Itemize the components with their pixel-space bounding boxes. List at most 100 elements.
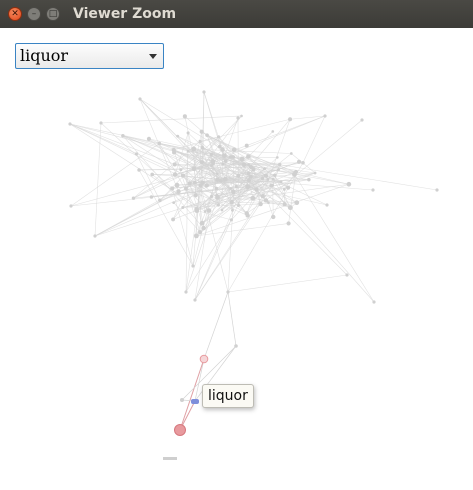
- graph-node[interactable]: [158, 198, 162, 203]
- graph-node[interactable]: [263, 167, 267, 171]
- graph-node[interactable]: [187, 181, 192, 186]
- graph-node[interactable]: [138, 97, 142, 101]
- graph-node[interactable]: [179, 168, 183, 172]
- graph-node[interactable]: [215, 172, 219, 176]
- graph-node[interactable]: [245, 213, 250, 218]
- graph-node[interactable]: [222, 176, 228, 182]
- graph-node[interactable]: [214, 186, 219, 191]
- graph-node[interactable]: [210, 159, 216, 164]
- graph-node[interactable]: [194, 206, 199, 212]
- graph-node[interactable]: [170, 186, 175, 191]
- graph-node[interactable]: [193, 233, 199, 239]
- graph-node[interactable]: [218, 179, 223, 183]
- graph-node[interactable]: [191, 264, 195, 268]
- graph-node[interactable]: [172, 201, 175, 204]
- graph-node[interactable]: [229, 187, 233, 190]
- close-button[interactable]: ✕: [8, 7, 22, 21]
- graph-node[interactable]: [246, 171, 251, 176]
- graph-node[interactable]: [241, 162, 247, 167]
- graph-node[interactable]: [184, 186, 188, 191]
- graph-node[interactable]: [172, 150, 177, 155]
- graph-node[interactable]: [267, 201, 270, 204]
- graph-node[interactable]: [271, 214, 276, 220]
- graph-node[interactable]: [346, 181, 352, 187]
- graph-node[interactable]: [202, 90, 206, 94]
- selected-node[interactable]: [191, 399, 199, 404]
- graph-node[interactable]: [134, 152, 139, 156]
- graph-node[interactable]: [250, 195, 256, 201]
- graph-node[interactable]: [193, 193, 198, 198]
- graph-node[interactable]: [203, 210, 207, 213]
- graph-node[interactable]: [292, 171, 297, 177]
- highlighted-neighbor-node[interactable]: [199, 354, 209, 364]
- graph-node[interactable]: [150, 172, 155, 177]
- graph-node[interactable]: [228, 155, 233, 159]
- graph-node[interactable]: [345, 273, 349, 277]
- graph-node[interactable]: [193, 298, 197, 302]
- graph-node[interactable]: [69, 204, 73, 208]
- graph-node[interactable]: [93, 234, 97, 238]
- graph-node[interactable]: [371, 188, 375, 192]
- graph-node[interactable]: [226, 290, 230, 294]
- graph-node[interactable]: [231, 147, 237, 153]
- graph-node[interactable]: [172, 162, 177, 167]
- graph-node[interactable]: [276, 156, 279, 159]
- graph-node[interactable]: [210, 164, 213, 167]
- graph-node[interactable]: [131, 196, 136, 200]
- graph-node[interactable]: [222, 153, 227, 159]
- graph-node[interactable]: [217, 135, 221, 139]
- graph-node[interactable]: [232, 189, 235, 192]
- graph-node[interactable]: [191, 166, 197, 172]
- graph-node[interactable]: [182, 114, 187, 119]
- graph-node[interactable]: [137, 168, 141, 172]
- graph-node[interactable]: [146, 136, 152, 141]
- graph-node[interactable]: [223, 159, 228, 163]
- graph-node[interactable]: [204, 183, 209, 188]
- graph-node[interactable]: [220, 208, 224, 212]
- graph-node[interactable]: [244, 143, 249, 148]
- graph-node[interactable]: [157, 141, 162, 146]
- graph-node[interactable]: [289, 152, 293, 155]
- graph-node[interactable]: [229, 199, 234, 205]
- graph-node[interactable]: [199, 220, 205, 226]
- graph-node[interactable]: [180, 173, 186, 178]
- graph-node[interactable]: [198, 139, 202, 144]
- graph-node[interactable]: [121, 133, 125, 138]
- graph-node[interactable]: [240, 114, 243, 118]
- graph-node[interactable]: [323, 114, 327, 118]
- graph-node[interactable]: [191, 146, 197, 152]
- graph-node[interactable]: [236, 173, 241, 178]
- graph-node[interactable]: [248, 174, 253, 179]
- graph-node[interactable]: [163, 457, 177, 460]
- graph-node[interactable]: [176, 134, 180, 138]
- graph-node[interactable]: [217, 144, 222, 149]
- graph-node[interactable]: [99, 121, 103, 125]
- graph-node[interactable]: [234, 344, 238, 348]
- graph-node[interactable]: [236, 116, 240, 120]
- graph-node[interactable]: [258, 201, 263, 207]
- window-titlebar[interactable]: ✕ – □ Viewer Zoom: [0, 0, 473, 28]
- graph-node[interactable]: [248, 164, 254, 170]
- graph-node[interactable]: [276, 168, 280, 172]
- graph-node[interactable]: [271, 130, 275, 133]
- minimize-button[interactable]: –: [27, 7, 41, 21]
- graph-node[interactable]: [301, 160, 305, 165]
- graph-node[interactable]: [294, 200, 300, 206]
- graph-node[interactable]: [287, 205, 293, 211]
- graph-node[interactable]: [282, 187, 286, 191]
- graph-node[interactable]: [68, 122, 72, 126]
- graph-node[interactable]: [231, 208, 234, 212]
- graph-node[interactable]: [176, 189, 181, 194]
- graph-node[interactable]: [216, 203, 220, 207]
- graph-node[interactable]: [246, 154, 251, 159]
- graph-node[interactable]: [199, 129, 204, 134]
- graph-node[interactable]: [186, 131, 190, 135]
- graph-node[interactable]: [184, 290, 188, 294]
- graph-node[interactable]: [360, 118, 364, 122]
- graph-node[interactable]: [201, 225, 206, 231]
- graph-node[interactable]: [297, 159, 302, 164]
- graph-node[interactable]: [307, 177, 311, 182]
- graph-node[interactable]: [263, 173, 268, 178]
- graph-node[interactable]: [435, 188, 439, 192]
- graph-node[interactable]: [234, 184, 238, 189]
